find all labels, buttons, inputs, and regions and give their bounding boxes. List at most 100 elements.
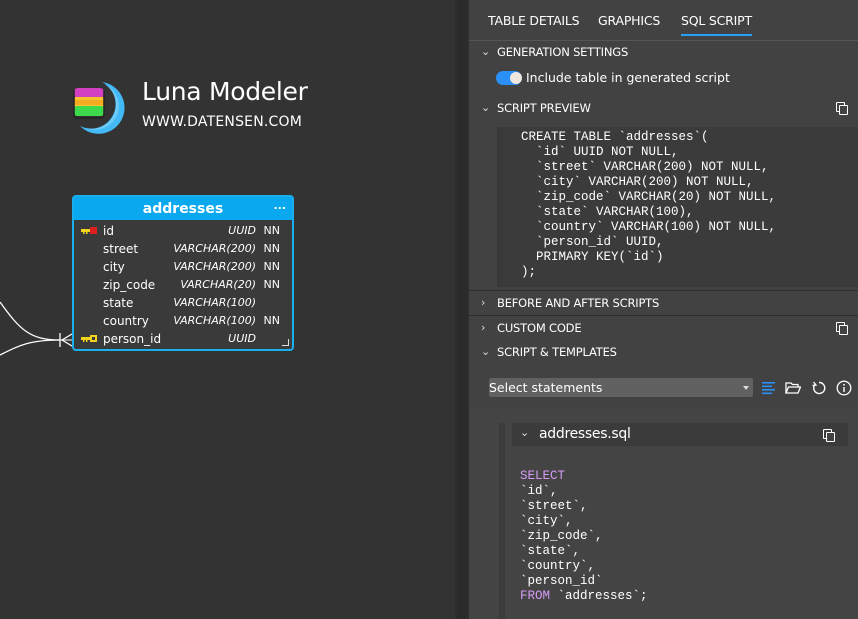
code-text: `city`, bbox=[520, 514, 573, 528]
column-type: VARCHAR(100) bbox=[173, 296, 256, 309]
code-text: `addresses`; bbox=[550, 589, 648, 603]
create-table-script: CREATE TABLE `addresses`( `id` UUID NOT … bbox=[521, 130, 777, 279]
include-table-toggle[interactable] bbox=[496, 71, 522, 85]
select-template-code[interactable]: SELECT `id`, `street`, `city`, `zip_code`, `s… bbox=[520, 469, 648, 604]
copy-icon[interactable] bbox=[836, 102, 848, 115]
chevron-down-icon: ⌄ bbox=[481, 345, 491, 358]
properties-panel: TABLE DETAILS GRAPHICS SQL SCRIPT ⌄ GENE… bbox=[469, 0, 858, 619]
statements-select[interactable]: Select statements bbox=[489, 378, 753, 397]
select-value: Select statements bbox=[489, 380, 603, 395]
column-type: VARCHAR(200) bbox=[173, 260, 256, 273]
column-row[interactable]: country VARCHAR(100) NN bbox=[74, 312, 292, 330]
column-name: street bbox=[103, 242, 139, 256]
section-generation-settings[interactable]: ⌄ GENERATION SETTINGS bbox=[469, 45, 858, 61]
section-label: BEFORE AND AFTER SCRIPTS bbox=[497, 296, 660, 310]
code-gutter bbox=[497, 127, 503, 287]
tab-table-details[interactable]: TABLE DETAILS bbox=[488, 13, 580, 28]
code-text: `person_id` bbox=[520, 574, 603, 588]
code-line: `person_id` bbox=[520, 574, 648, 589]
divider bbox=[469, 290, 858, 291]
open-folder-icon[interactable] bbox=[785, 380, 801, 396]
entity-header[interactable]: addresses ... bbox=[74, 197, 292, 220]
sql-keyword: SELECT bbox=[520, 469, 566, 483]
tab-sql-script[interactable]: SQL SCRIPT bbox=[681, 13, 752, 36]
code-gutter bbox=[499, 423, 505, 619]
column-row[interactable]: state VARCHAR(100) bbox=[74, 294, 292, 312]
column-row[interactable]: street VARCHAR(200) NN bbox=[74, 240, 292, 258]
column-name: id bbox=[103, 224, 114, 238]
script-preview-code[interactable]: CREATE TABLE `addresses`( `id` UUID NOT … bbox=[497, 127, 858, 287]
column-nn: NN bbox=[263, 242, 280, 255]
column-type: VARCHAR(20) bbox=[180, 278, 256, 291]
code-line: `country`, bbox=[520, 559, 648, 574]
entity-addresses[interactable]: addresses ... id UUID NN street VARCHAR(… bbox=[72, 195, 294, 351]
chevron-down-icon: ⌄ bbox=[481, 45, 491, 58]
section-before-after-scripts[interactable]: › BEFORE AND AFTER SCRIPTS bbox=[469, 296, 858, 312]
column-type: VARCHAR(200) bbox=[173, 242, 256, 255]
template-file-name: addresses.sql bbox=[539, 426, 631, 442]
info-icon[interactable] bbox=[836, 380, 852, 396]
code-line: `street`, bbox=[520, 499, 648, 514]
code-line: `id`, bbox=[520, 484, 648, 499]
reset-icon[interactable] bbox=[811, 380, 827, 396]
entity-menu-button[interactable]: ... bbox=[273, 194, 286, 218]
code-line: SELECT bbox=[520, 469, 648, 484]
format-lines-icon[interactable] bbox=[761, 380, 777, 396]
app-title: Luna Modeler bbox=[142, 77, 308, 106]
chevron-right-icon: › bbox=[481, 321, 486, 334]
template-area: ⌄ addresses.sql SELECT `id`, `street`, `cit… bbox=[469, 407, 858, 619]
entity-name: addresses bbox=[142, 201, 224, 217]
code-line: FROM `addresses`; bbox=[520, 589, 648, 604]
code-text: `state`, bbox=[520, 544, 581, 558]
section-label: GENERATION SETTINGS bbox=[497, 45, 629, 59]
section-label: SCRIPT PREVIEW bbox=[497, 101, 591, 115]
column-name: zip_code bbox=[103, 278, 156, 292]
sql-keyword: FROM bbox=[520, 589, 551, 603]
column-type: UUID bbox=[228, 224, 256, 237]
relationship-lines[interactable] bbox=[0, 280, 80, 370]
code-text: `country`, bbox=[520, 559, 596, 573]
toggle-knob bbox=[510, 72, 522, 84]
primary-key-icon bbox=[81, 227, 97, 234]
luna-modeler-logo-icon bbox=[73, 82, 125, 134]
chevron-down-icon: ⌄ bbox=[520, 426, 530, 439]
section-label: SCRIPT & TEMPLATES bbox=[497, 345, 617, 359]
code-line: `city`, bbox=[520, 514, 648, 529]
section-custom-code[interactable]: › CUSTOM CODE bbox=[469, 321, 858, 337]
column-row[interactable]: city VARCHAR(200) NN bbox=[74, 258, 292, 276]
column-row[interactable]: id UUID NN bbox=[74, 222, 292, 240]
section-script-preview[interactable]: ⌄ SCRIPT PREVIEW bbox=[469, 101, 858, 117]
diagram-canvas[interactable]: Luna Modeler WWW.DATENSEN.COM addresses … bbox=[0, 0, 455, 619]
section-script-templates[interactable]: ⌄ SCRIPT & TEMPLATES bbox=[469, 345, 858, 361]
column-row[interactable]: zip_code VARCHAR(20) NN bbox=[74, 276, 292, 294]
section-label: CUSTOM CODE bbox=[497, 321, 582, 335]
tab-bar: TABLE DETAILS GRAPHICS SQL SCRIPT bbox=[469, 0, 858, 41]
code-text: `zip_code`, bbox=[520, 529, 603, 543]
code-text: `street`, bbox=[520, 499, 588, 513]
copy-icon[interactable] bbox=[836, 322, 848, 335]
code-line: `zip_code`, bbox=[520, 529, 648, 544]
column-nn: NN bbox=[263, 314, 280, 327]
tab-graphics[interactable]: GRAPHICS bbox=[598, 13, 660, 28]
resize-handle-icon[interactable] bbox=[282, 339, 289, 346]
divider bbox=[469, 315, 858, 316]
column-row[interactable]: person_id UUID bbox=[74, 330, 292, 348]
column-name: state bbox=[103, 296, 134, 310]
include-table-label: Include table in generated script bbox=[526, 70, 730, 85]
splitter-grip[interactable] bbox=[458, 0, 466, 619]
column-name: person_id bbox=[103, 332, 162, 346]
column-name: city bbox=[103, 260, 125, 274]
column-nn: NN bbox=[263, 278, 280, 291]
column-nn: NN bbox=[263, 260, 280, 273]
chevron-right-icon: › bbox=[481, 296, 486, 309]
code-line: `state`, bbox=[520, 544, 648, 559]
column-nn: NN bbox=[263, 224, 280, 237]
template-file-header[interactable]: ⌄ addresses.sql bbox=[512, 423, 848, 446]
copy-icon[interactable] bbox=[823, 429, 835, 442]
caret-down-icon bbox=[743, 386, 749, 390]
column-name: country bbox=[103, 314, 149, 328]
foreign-key-icon bbox=[81, 335, 97, 342]
column-type: UUID bbox=[228, 332, 256, 345]
brand-url: WWW.DATENSEN.COM bbox=[142, 114, 302, 130]
code-text: `id`, bbox=[520, 484, 558, 498]
